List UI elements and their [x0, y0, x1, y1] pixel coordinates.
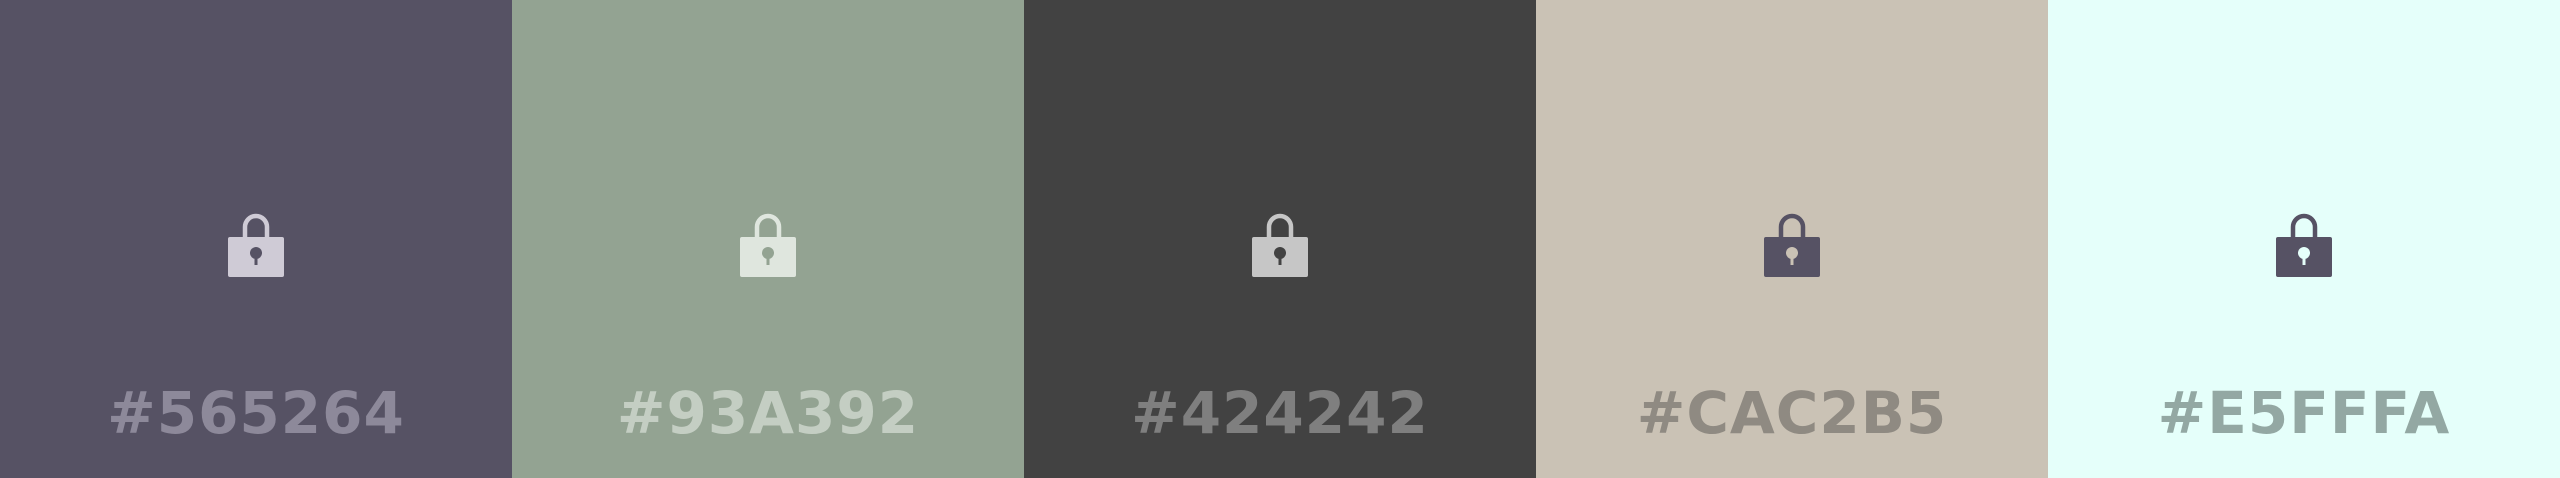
- lock-button[interactable]: [1249, 207, 1311, 277]
- color-swatch-1[interactable]: #565264: [0, 0, 512, 478]
- hex-code-label[interactable]: #93A392: [512, 372, 1024, 454]
- hex-code-label[interactable]: #565264: [0, 372, 512, 454]
- color-swatch-4[interactable]: #CAC2B5: [1536, 0, 2048, 478]
- lock-button[interactable]: [225, 207, 287, 277]
- lock-icon: [1764, 213, 1820, 277]
- lock-icon: [740, 213, 796, 277]
- lock-button[interactable]: [2273, 207, 2335, 277]
- lock-icon: [1252, 213, 1308, 277]
- color-swatch-2[interactable]: #93A392: [512, 0, 1024, 478]
- color-swatch-5[interactable]: #E5FFFA: [2048, 0, 2560, 478]
- lock-button[interactable]: [1761, 207, 1823, 277]
- color-swatch-3[interactable]: #424242: [1024, 0, 1536, 478]
- lock-icon: [228, 213, 284, 277]
- color-palette: #565264 #93A392 #424242 #CAC2B5 #E5FFFA: [0, 0, 2560, 478]
- lock-button[interactable]: [737, 207, 799, 277]
- hex-code-label[interactable]: #424242: [1024, 372, 1536, 454]
- hex-code-label[interactable]: #E5FFFA: [2048, 372, 2560, 454]
- lock-icon: [2276, 213, 2332, 277]
- hex-code-label[interactable]: #CAC2B5: [1536, 372, 2048, 454]
